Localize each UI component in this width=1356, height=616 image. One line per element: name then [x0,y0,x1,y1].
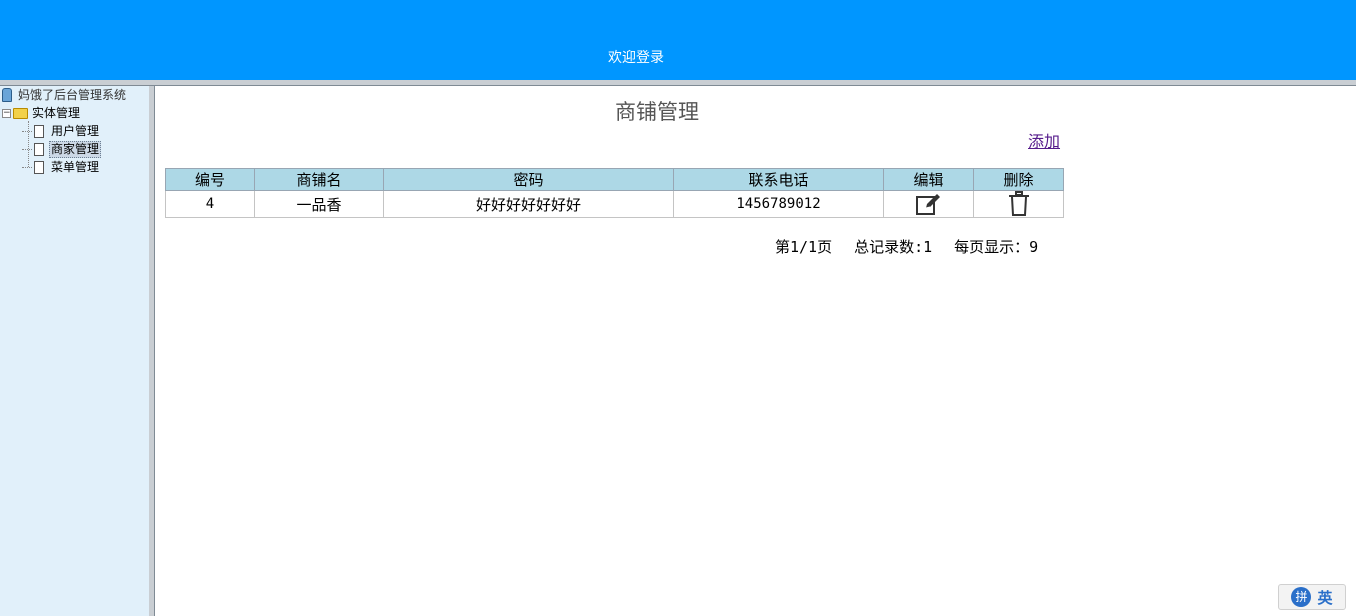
column-header-delete: 删除 [973,168,1064,191]
tree-folder-entities[interactable]: − 实体管理 [2,104,82,122]
pagination-info: 第1/1页 总记录数:1 每页显示：9 [775,236,1038,257]
cell-id: 4 [165,190,255,218]
cell-edit [883,190,974,218]
sidebar-item-label: 菜单管理 [51,160,100,174]
shop-table: 编号 商铺名 密码 联系电话 编辑 删除 4 一品香 好好好好好好好 14567… [165,168,1064,218]
edit-icon[interactable] [915,192,943,216]
column-header-id: 编号 [165,168,255,191]
page-icon [34,124,44,138]
cell-name: 一品香 [254,190,384,218]
welcome-title: 欢迎登录 [608,50,664,66]
collapse-toggle-icon[interactable]: − [2,108,11,118]
sidebar-item-label: 商家管理 [49,140,102,158]
ime-logo-icon: 拼 [1291,587,1312,607]
cell-password: 好好好好好好好 [383,190,674,218]
tree-root-label: 妈饿了后台管理系统 [18,88,127,102]
sidebar-item-label: 用户管理 [51,124,100,138]
main-content: 商铺管理 添加 编号 商铺名 密码 联系电话 编辑 删除 4 一品香 好好好好好… [155,86,1356,616]
cell-delete [973,190,1064,218]
column-header-edit: 编辑 [883,168,974,191]
per-page: 每页显示：9 [954,238,1039,256]
ime-language: 英 [1317,588,1333,607]
trash-icon[interactable] [1007,191,1031,217]
column-header-phone: 联系电话 [673,168,884,191]
column-header-password: 密码 [383,168,674,191]
sidebar-item-menus[interactable]: 菜单管理 [22,158,101,176]
column-header-name: 商铺名 [254,168,384,191]
server-icon [2,88,12,102]
page-title: 商铺管理 [615,100,699,124]
ime-indicator[interactable]: 拼 英 [1278,584,1346,610]
add-link[interactable]: 添加 [1028,128,1060,152]
sidebar-item-merchants[interactable]: 商家管理 [22,140,102,158]
folder-open-icon [13,107,28,119]
tree-root[interactable]: 妈饿了后台管理系统 [2,86,128,104]
tree-folder-label: 实体管理 [32,106,81,120]
table-header-row: 编号 商铺名 密码 联系电话 编辑 删除 [165,168,1064,191]
page-indicator: 第1/1页 [775,238,833,256]
cell-phone: 1456789012 [673,190,884,218]
page-icon [34,160,44,174]
sidebar-item-users[interactable]: 用户管理 [22,122,101,140]
total-records: 总记录数:1 [854,238,933,256]
page-icon [34,142,44,156]
table-row: 4 一品香 好好好好好好好 1456789012 [165,190,1064,218]
top-banner: 欢迎登录 [0,0,1356,80]
